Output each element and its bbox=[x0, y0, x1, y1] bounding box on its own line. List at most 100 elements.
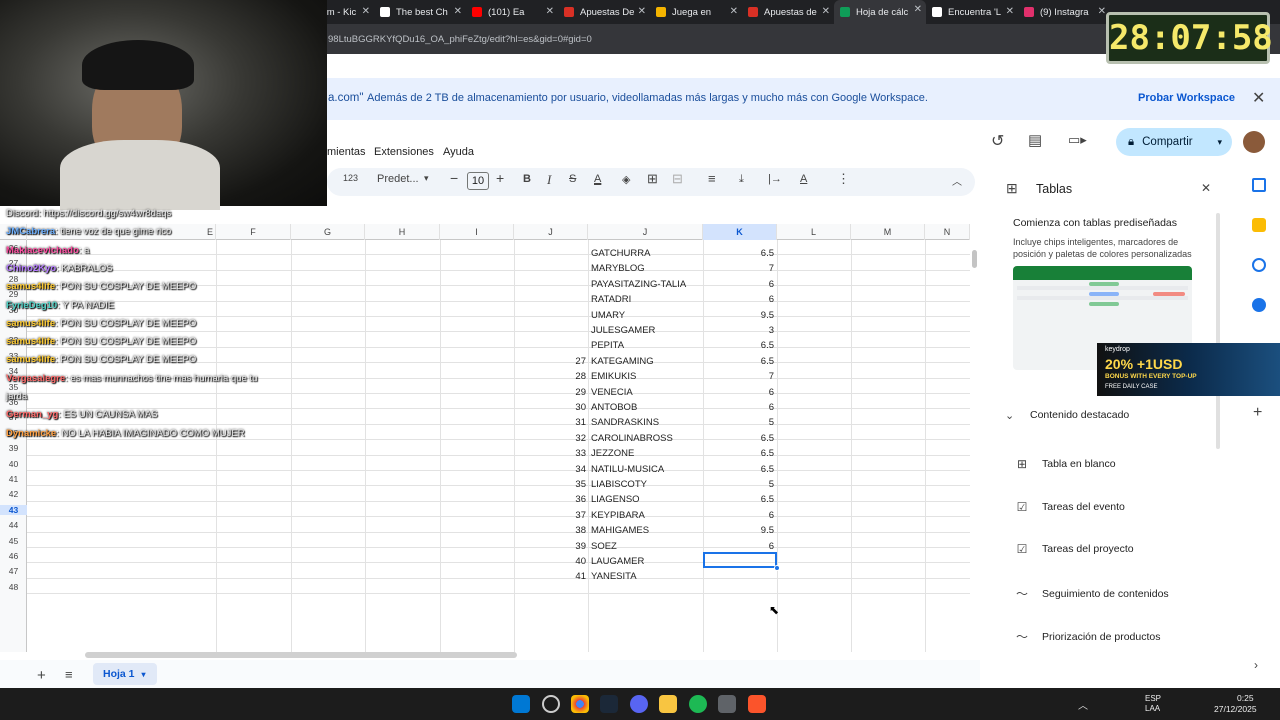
column-header-j[interactable]: J bbox=[514, 224, 588, 240]
cell-name[interactable]: JEZZONE bbox=[591, 448, 634, 459]
chevron-up-icon[interactable]: ︿ bbox=[1078, 697, 1088, 712]
table-row[interactable]: 36 LIAGENSO 6.5 bbox=[0, 494, 970, 508]
cell-rank[interactable]: 28 bbox=[488, 371, 586, 382]
cell-name[interactable]: KEYPIBARA bbox=[591, 510, 645, 521]
clock-date[interactable]: 27/12/2025 bbox=[1214, 704, 1257, 714]
cell-name[interactable]: NATILU-MUSICA bbox=[591, 464, 664, 475]
browser-tab[interactable]: Encuentra 'L ✕ bbox=[926, 2, 1018, 22]
brave-icon[interactable] bbox=[748, 695, 766, 713]
cell-score[interactable]: 6.5 bbox=[703, 340, 774, 351]
selected-cell[interactable] bbox=[703, 552, 777, 568]
italic-icon[interactable]: I bbox=[547, 172, 551, 188]
share-button[interactable]: 🔒︎ Compartir ▾ bbox=[1116, 128, 1232, 156]
sheet-tab-active[interactable]: Hoja 1 ▾ bbox=[93, 663, 157, 685]
vertical-align-icon[interactable]: ⤓ bbox=[739, 173, 744, 186]
cell-name[interactable]: RATADRI bbox=[591, 294, 631, 305]
cell-score[interactable]: 9.5 bbox=[703, 310, 774, 321]
column-header-j-wide[interactable]: J bbox=[588, 224, 703, 240]
panel-item-blank-table[interactable]: ⊞ Tabla en blanco bbox=[1014, 457, 1116, 471]
tasks-icon[interactable] bbox=[1252, 258, 1266, 272]
cell-score[interactable]: 6.5 bbox=[703, 464, 774, 475]
cell-score[interactable]: 6 bbox=[703, 279, 774, 290]
text-color-icon[interactable]: A bbox=[594, 173, 601, 185]
all-sheets-icon[interactable]: ≡ bbox=[65, 667, 73, 682]
column-header-k[interactable]: K bbox=[703, 224, 777, 240]
more-options-icon[interactable]: ⋮ bbox=[837, 171, 850, 187]
align-left-icon[interactable]: ≡ bbox=[708, 171, 716, 186]
column-header-n[interactable]: N bbox=[925, 224, 970, 240]
cell-name[interactable]: LIABISCOTY bbox=[591, 479, 647, 490]
cell-rank[interactable]: 40 bbox=[488, 556, 586, 567]
panel-scrollbar[interactable] bbox=[1216, 213, 1220, 449]
horizontal-scrollbar[interactable] bbox=[85, 652, 517, 658]
keep-icon[interactable] bbox=[1252, 218, 1266, 232]
table-row[interactable]: 37 KEYPIBARA 6 bbox=[0, 510, 970, 524]
cell-rank[interactable]: 37 bbox=[488, 510, 586, 521]
close-tab-icon[interactable]: ✕ bbox=[638, 6, 646, 17]
chevron-right-icon[interactable]: › bbox=[1254, 658, 1258, 672]
cell-score[interactable]: 5 bbox=[703, 417, 774, 428]
column-header-m[interactable]: M bbox=[851, 224, 925, 240]
merge-cells-icon[interactable]: ⊟ bbox=[672, 171, 683, 187]
cell-rank[interactable]: 27 bbox=[488, 356, 586, 367]
cell-name[interactable]: PAYASITAZING-TALIA bbox=[591, 279, 686, 290]
cell-name[interactable]: MAHIGAMES bbox=[591, 525, 649, 536]
contacts-icon[interactable] bbox=[1252, 298, 1266, 312]
table-row[interactable]: 35 LIABISCOTY 5 bbox=[0, 479, 970, 493]
table-row[interactable]: 33 JEZZONE 6.5 bbox=[0, 448, 970, 462]
table-row[interactable]: 40 LAUGAMER bbox=[0, 556, 970, 570]
borders-icon[interactable]: ⊞ bbox=[647, 171, 658, 187]
close-tab-icon[interactable]: ✕ bbox=[546, 6, 554, 17]
close-tab-icon[interactable]: ✕ bbox=[454, 6, 462, 17]
close-tab-icon[interactable]: ✕ bbox=[822, 6, 830, 17]
panel-item-event-tasks[interactable]: ☑ Tareas del evento bbox=[1014, 500, 1125, 514]
chevron-down-icon[interactable]: ▾ bbox=[424, 173, 429, 184]
cell-score[interactable]: 6 bbox=[703, 387, 774, 398]
increase-font-icon[interactable]: + bbox=[496, 170, 504, 186]
cell-name[interactable]: GATCHURRA bbox=[591, 248, 650, 259]
browser-tab[interactable]: (9) Instagra ✕ bbox=[1018, 2, 1110, 22]
cell-score[interactable]: 6 bbox=[703, 402, 774, 413]
cell-name[interactable]: LIAGENSO bbox=[591, 494, 640, 505]
column-header-i[interactable]: I bbox=[440, 224, 514, 240]
menu-tools[interactable]: mientas bbox=[327, 146, 366, 158]
cell-name[interactable]: UMARY bbox=[591, 310, 625, 321]
cell-rank[interactable]: 29 bbox=[488, 387, 586, 398]
browser-tab[interactable]: Apuestas De ✕ bbox=[558, 2, 650, 22]
column-header-h[interactable]: H bbox=[365, 224, 440, 240]
spotify-icon[interactable] bbox=[689, 695, 707, 713]
cell-name[interactable]: SANDRASKINS bbox=[591, 417, 659, 428]
cell-score[interactable]: 7 bbox=[703, 371, 774, 382]
cell-name[interactable]: LAUGAMER bbox=[591, 556, 644, 567]
table-row[interactable]: 39 SOEZ 6 bbox=[0, 541, 970, 555]
chevron-down-icon[interactable]: ⌄ bbox=[1005, 409, 1014, 422]
comments-icon[interactable]: ▤ bbox=[1028, 131, 1042, 149]
close-tab-icon[interactable]: ✕ bbox=[730, 6, 738, 17]
panel-item-product-priority[interactable]: 〜 Priorización de productos bbox=[1014, 628, 1161, 645]
search-icon[interactable] bbox=[542, 695, 560, 713]
meet-icon[interactable]: ▭▸ bbox=[1068, 132, 1087, 148]
cell-rank[interactable]: 32 bbox=[488, 433, 586, 444]
font-size-input[interactable]: 10 bbox=[467, 172, 489, 190]
cell-score[interactable]: 6.5 bbox=[703, 494, 774, 505]
cell-name[interactable]: PEPITA bbox=[591, 340, 624, 351]
browser-tab[interactable]: Juega en ✕ bbox=[650, 2, 742, 22]
cell-name[interactable]: SOEZ bbox=[591, 541, 617, 552]
close-icon[interactable]: ✕ bbox=[1252, 88, 1265, 108]
menu-help[interactable]: Ayuda bbox=[443, 146, 474, 158]
avatar[interactable] bbox=[1243, 131, 1265, 153]
bold-icon[interactable]: B bbox=[523, 173, 531, 185]
cell-score[interactable]: 6.5 bbox=[703, 448, 774, 459]
url-text[interactable]: 98LtuBGGRKYfQDu16_OA_phiFeZtg/edit?hl=es… bbox=[328, 34, 592, 45]
close-tab-icon[interactable]: ✕ bbox=[1098, 6, 1106, 17]
cell-rank[interactable]: 31 bbox=[488, 417, 586, 428]
text-wrap-icon[interactable]: |→ bbox=[768, 173, 782, 185]
cell-rank[interactable]: 30 bbox=[488, 402, 586, 413]
calendar-icon[interactable] bbox=[1252, 178, 1266, 192]
table-row[interactable]: 34 NATILU-MUSICA 6.5 bbox=[0, 464, 970, 478]
language-indicator[interactable]: ESP bbox=[1145, 694, 1161, 703]
discord-icon[interactable] bbox=[630, 695, 648, 713]
number-format-button[interactable]: 123 bbox=[343, 173, 358, 183]
browser-tab[interactable]: Hoja de cálc ✕ bbox=[834, 0, 926, 24]
cell-rank[interactable]: 33 bbox=[488, 448, 586, 459]
